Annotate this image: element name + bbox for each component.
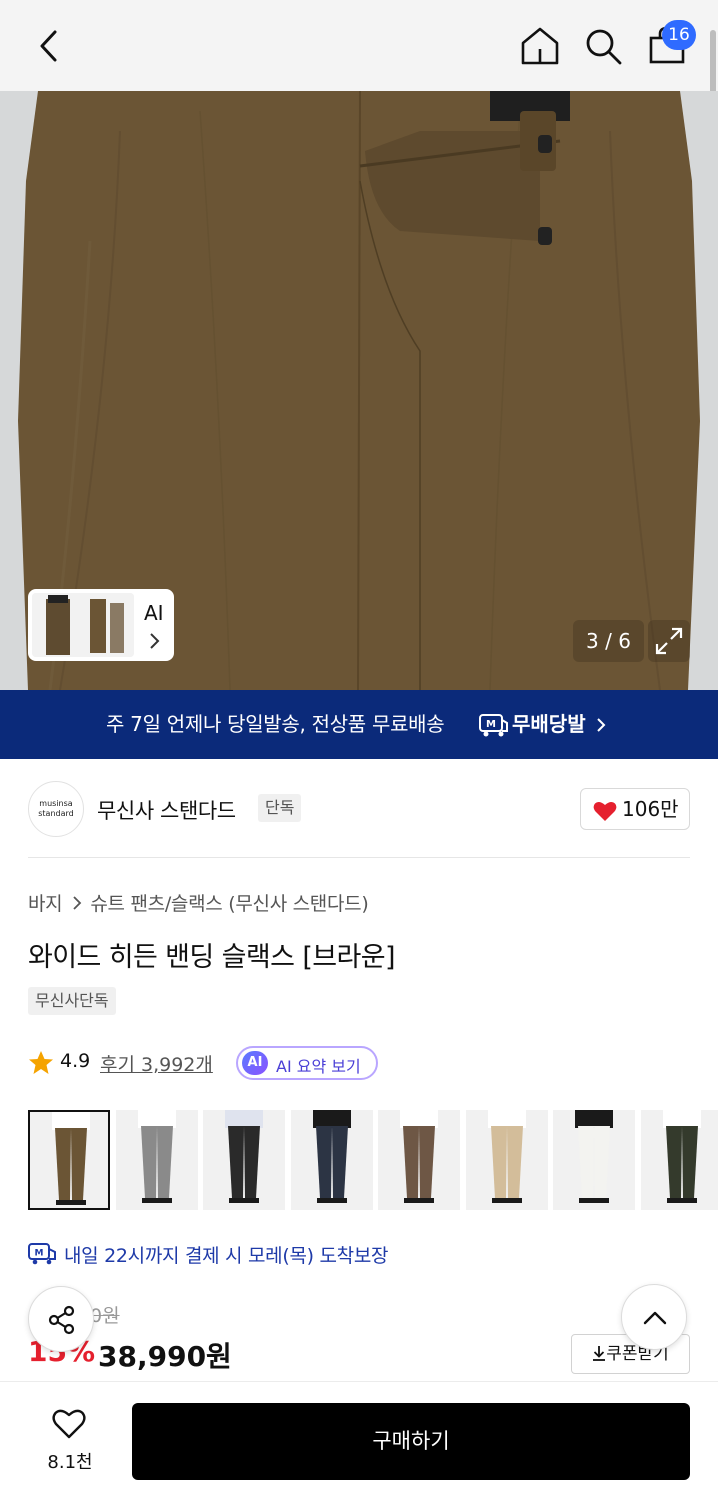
delivery-guarantee-text: 내일 22시까지 결제 시 모레(목) 도착보장 [64,1245,389,1267]
divider [28,857,690,858]
model-photo [30,1112,108,1208]
color-option-thumbnail[interactable] [465,1110,548,1210]
breadcrumb-subcategory[interactable]: 슈트 팬츠/슬랙스 (무신사 스탠다드) [90,893,368,915]
ai-thumbnail-strip [32,593,134,657]
heart-outline-icon [52,1409,86,1439]
cart-count-badge: 16 [662,20,696,50]
ai-try-on-card[interactable]: AI [28,589,174,661]
model-photo [640,1110,718,1210]
model-photo [203,1110,285,1210]
color-option-thumbnail[interactable] [378,1110,460,1210]
product-title: 와이드 히든 밴딩 슬랙스 [브라운] [28,942,396,973]
delivery-guarantee: M 내일 22시까지 결제 시 모레(목) 도착보장 [28,1240,688,1268]
brand-logo[interactable]: musinsa standard [28,781,84,837]
review-count-link[interactable]: 후기 3,992개 [100,1050,213,1077]
expand-icon [655,627,683,655]
home-icon[interactable] [518,24,562,68]
ai-summary-button[interactable]: AI AI 요약 보기 [236,1046,378,1080]
exclusive-badge: 단독 [258,794,302,822]
buy-button[interactable]: 구매하기 [132,1403,690,1480]
model-photo [465,1110,548,1210]
download-icon [593,1346,606,1361]
image-counter: 3 / 6 [573,620,644,662]
delivery-truck-icon: M [479,714,508,737]
color-option-thumbnail[interactable] [115,1110,198,1210]
model-photo [553,1110,635,1210]
search-icon[interactable] [582,24,624,68]
breadcrumb: 바지 슈트 팬츠/슬랙스 (무신사 스탠다드) [28,889,369,916]
back-chevron-icon[interactable] [30,26,70,66]
color-option-thumbnail[interactable] [640,1110,718,1210]
color-option-thumbnail[interactable] [553,1110,635,1210]
bottom-action-bar: 8.1천 구매하기 [0,1381,718,1500]
product-image-gallery[interactable]: AI 3 / 6 [0,91,718,690]
color-option-list [28,1110,718,1210]
brand-row: musinsa standard 무신사 스탠다드 단독 106만 [0,759,718,857]
chevron-right-icon [597,718,606,732]
banner-brand: 무배당발 [512,712,586,736]
chevron-right-icon [150,633,160,649]
heart-filled-icon [593,802,617,821]
wishlist-button[interactable]: 8.1천 [36,1404,104,1474]
model-photo [378,1110,460,1210]
star-icon [29,1051,53,1074]
brand-name[interactable]: 무신사 스탠다드 [97,795,236,825]
color-option-thumbnail[interactable] [290,1110,373,1210]
chevron-right-icon [73,896,82,910]
color-option-thumbnail[interactable] [203,1110,285,1210]
share-button[interactable] [28,1286,94,1352]
model-photo [290,1110,373,1210]
ai-badge-icon: AI [242,1051,268,1075]
svg-text:M: M [486,719,496,730]
banner-text: 주 7일 언제나 당일발송, 전상품 무료배송 [106,712,445,736]
color-option-thumbnail[interactable] [28,1110,110,1210]
delivery-promo-banner[interactable]: 주 7일 언제나 당일발송, 전상품 무료배송 M 무배당발 [0,690,718,759]
delivery-truck-icon: M [28,1243,56,1265]
top-navigation-bar: 16 [0,0,718,108]
brand-like-count: 106만 [622,797,679,821]
model-photo [115,1110,198,1210]
scroll-to-top-button[interactable] [621,1284,687,1350]
brand-like-button[interactable]: 106만 [580,788,690,830]
share-icon [48,1305,75,1335]
ai-label: AI [144,601,164,625]
wishlist-count: 8.1천 [47,1452,93,1473]
rating-row: 4.9 후기 3,992개 AI AI 요약 보기 [28,1046,428,1080]
original-price: 0원 [90,1305,120,1327]
chevron-up-icon [643,1311,667,1325]
rating-score: 4.9 [60,1050,91,1072]
breadcrumb-category[interactable]: 바지 [28,893,63,915]
expand-button[interactable] [648,620,690,662]
svg-text:M: M [35,1249,44,1259]
sale-price: 38,990원 [98,1340,232,1373]
musinsa-exclusive-tag: 무신사단독 [28,987,116,1015]
ai-summary-label: AI 요약 보기 [276,1057,361,1076]
